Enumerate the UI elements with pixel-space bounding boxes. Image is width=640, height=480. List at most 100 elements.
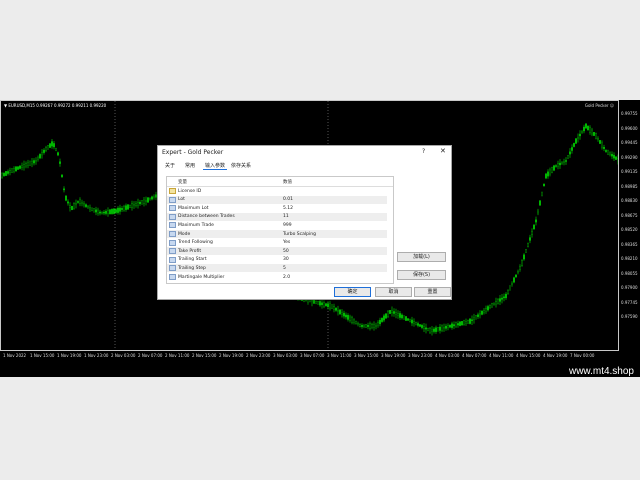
table-row[interactable]: Martingale Multiplier 2.0 [167,273,387,281]
cancel-button[interactable]: 取消 [375,287,412,297]
numeric-param-icon [169,265,176,272]
candle-body [595,133,597,139]
candle-body [19,165,21,169]
tab-dependencies[interactable]: 依存关系 [229,162,253,169]
tab-inputs[interactable]: 输入参数 [203,162,228,170]
candle-body [369,323,371,329]
time-tick-label: 7 Nov 00:00 [570,353,595,358]
candle-body [493,302,495,306]
table-row[interactable]: Take Profit 50 [167,247,387,256]
candle-body [583,126,585,132]
parameters-table: 变量 数值 License ID Lot 0.01 Maximum Lot 5.12 Di… [166,176,394,284]
candle-body [549,169,551,175]
candle-body [11,168,13,173]
candle-body [419,324,421,327]
help-icon[interactable]: ? [422,148,425,155]
param-value[interactable]: 30 [283,257,289,262]
candle-body [71,205,73,211]
save-button[interactable]: 保存(S) [397,270,446,280]
candle-body [21,165,23,168]
time-tick-label: 3 Nov 07:00 [300,353,325,358]
price-tick-label: 0.98830 [621,198,638,203]
table-row[interactable]: Distance between Trades 11 [167,212,387,221]
vertical-scrollbar[interactable] [393,177,394,283]
param-value[interactable]: 5 [283,266,286,271]
ok-button[interactable]: 确定 [334,287,371,297]
scrollbar-thumb[interactable] [393,187,394,257]
candle-body [593,132,595,136]
candle-body [75,203,77,205]
candle-body [347,315,349,320]
table-row[interactable]: Mode Turbo Scalping [167,230,387,238]
candle-body [373,324,375,328]
time-tick-label: 1 Nov 19:00 [57,353,82,358]
candle-body [513,277,515,283]
candle-body [51,141,53,147]
candle-body [521,260,523,266]
tab-common[interactable]: 常用 [183,162,197,169]
close-icon[interactable]: ✕ [440,147,446,155]
table-row[interactable]: Trailing Step 5 [167,264,387,273]
candle-body [385,313,387,319]
param-name: Distance between Trades [178,214,235,220]
table-row[interactable]: Trailing Start 30 [167,256,387,264]
time-tick-label: 3 Nov 11:00 [327,353,352,358]
candle-body [61,174,63,178]
param-name: Mode [178,231,191,237]
table-row[interactable]: Trend Following Yes [167,239,387,247]
table-row[interactable]: License ID [167,187,387,195]
time-tick-label: 2 Nov 23:00 [246,353,271,358]
candle-body [591,129,593,135]
table-row[interactable]: Maximum Lot 5.12 [167,204,387,212]
candle-body [91,207,93,212]
candle-body [499,298,501,302]
candle-body [491,303,493,308]
load-button[interactable]: 加载(L) [397,252,446,262]
candle-body [471,319,473,321]
candle-body [379,319,381,325]
candle-body [83,203,85,206]
expert-properties-dialog: Expert - Gold Pecker ? ✕ 关于 常用 输入参数 依存关系… [157,145,452,300]
candle-body [497,299,499,304]
param-value[interactable]: 5.12 [283,206,293,211]
param-value[interactable]: 0.01 [283,197,293,202]
candle-body [457,323,459,326]
candle-body [129,204,131,208]
numeric-param-icon [169,196,176,203]
candle-body [519,266,521,270]
reset-button[interactable]: 重置 [414,287,451,297]
candle-body [67,201,69,204]
candle-body [425,327,427,330]
param-name: Lot [178,197,185,203]
candle-body [79,199,81,205]
table-row[interactable]: Lot 0.01 [167,195,387,204]
candle-body [579,133,581,137]
time-tick-label: 4 Nov 03:00 [435,353,460,358]
candle-body [143,199,145,204]
param-value[interactable]: 50 [283,249,289,254]
param-name: Maximum Trade [178,222,214,228]
candle-body [477,314,479,317]
candle-body [407,318,409,321]
candle-body [393,311,395,314]
candle-body [13,168,15,172]
numeric-param-icon [169,274,176,280]
param-value[interactable]: 999 [283,223,292,228]
candle-body [607,149,609,155]
time-tick-label: 2 Nov 07:00 [138,353,163,358]
table-row[interactable]: Maximum Trade 999 [167,221,387,229]
param-name: Maximum Lot [178,205,209,211]
candle-body [69,205,71,209]
param-value[interactable]: Yes [283,240,290,245]
tab-about[interactable]: 关于 [163,162,177,169]
time-tick-label: 2 Nov 19:00 [219,353,244,358]
param-value[interactable]: Turbo Scalping [283,232,316,237]
price-tick-label: 0.99135 [621,169,638,174]
candle-body [399,313,401,318]
candle-body [127,204,129,210]
param-value[interactable]: 2.0 [283,275,290,280]
candle-body [463,320,465,326]
candle-body [609,152,611,155]
param-value[interactable]: 11 [283,214,289,219]
param-name: Trailing Step [178,265,206,271]
